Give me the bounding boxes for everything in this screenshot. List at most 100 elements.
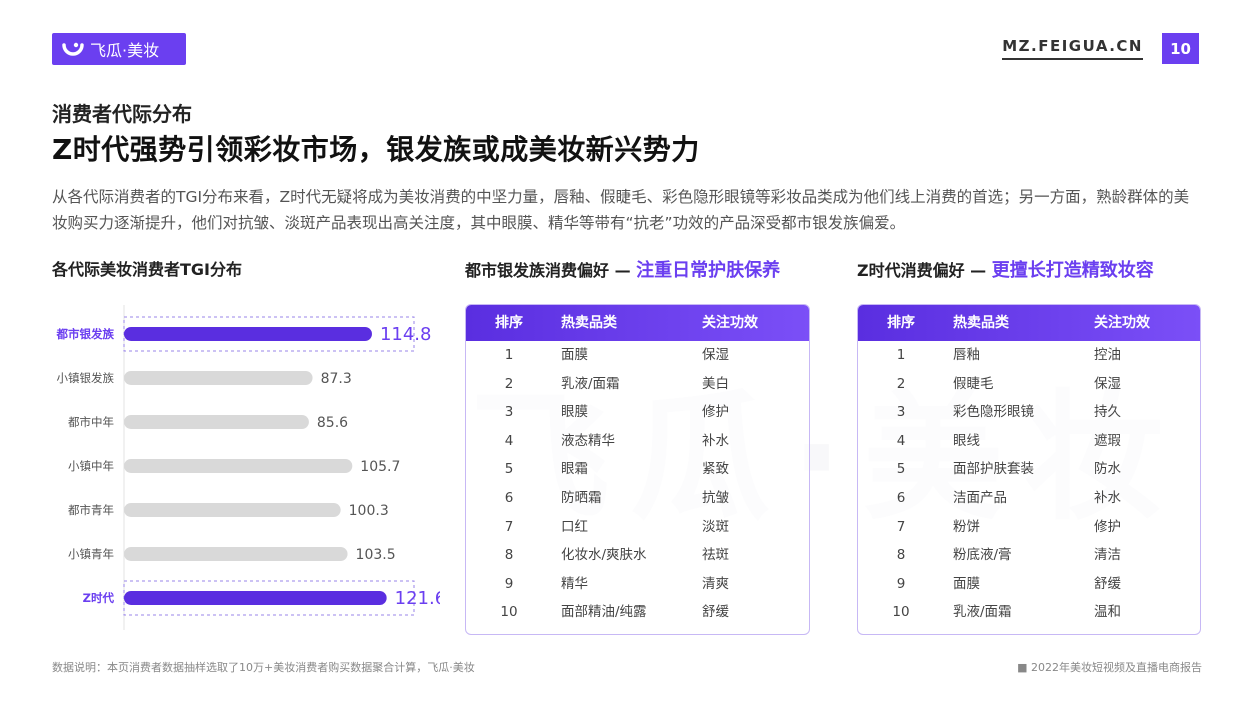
category-cell: 洁面产品 <box>953 489 1007 506</box>
table-row: 6 洁面产品 补水 <box>858 484 1200 513</box>
header-effect: 关注功效 <box>702 315 758 331</box>
category-cell: 眼霜 <box>561 461 588 478</box>
effect-cell: 祛斑 <box>702 547 729 564</box>
value-label: 105.7 <box>360 459 400 475</box>
silver-title-highlight: 注重日常护肤保养 <box>636 260 781 281</box>
effect-cell: 修护 <box>702 404 729 421</box>
header-effect: 关注功效 <box>1094 315 1150 331</box>
category-cell: 眼膜 <box>561 404 588 421</box>
effect-cell: 紧致 <box>702 461 729 478</box>
category-cell: 粉饼 <box>953 518 980 535</box>
effect-cell: 清爽 <box>702 575 729 592</box>
bar <box>124 503 341 517</box>
rank-cell: 7 <box>504 518 514 535</box>
data-note: 数据说明：本页消费者数据抽样选取了10万+美妆消费者购买数据聚合计算，飞瓜·美妆 <box>52 661 475 674</box>
z-table-header: 排序 热卖品类 关注功效 <box>858 305 1200 341</box>
table-row: 10 乳液/面霜 温和 <box>858 598 1200 627</box>
table-row: 1 唇釉 控油 <box>858 341 1200 370</box>
section-title: 消费者代际分布 <box>52 102 192 126</box>
effect-cell: 清洁 <box>1094 547 1121 564</box>
table-row: 2 假睫毛 保湿 <box>858 370 1200 399</box>
z-table-title: Z时代消费偏好 — 更擅长打造精致妆容 <box>857 256 1154 282</box>
category-label: Z时代 <box>83 591 115 605</box>
rank-cell: 4 <box>896 432 906 449</box>
table-row: 4 液态精华 补水 <box>466 427 809 456</box>
bar <box>124 591 387 605</box>
rank-cell: 8 <box>896 547 906 564</box>
category-label: 都市青年 <box>68 503 114 517</box>
rank-cell: 4 <box>504 432 514 449</box>
brand-mark-icon <box>62 42 84 56</box>
rank-cell: 10 <box>500 604 518 621</box>
category-label: 小镇青年 <box>68 547 114 561</box>
silver-table-title: 都市银发族消费偏好 — 注重日常护肤保养 <box>465 256 780 282</box>
site-url-link[interactable]: MZ.FEIGUA.CN <box>1002 37 1143 60</box>
table-row: 9 面膜 舒缓 <box>858 570 1200 599</box>
value-label: 103.5 <box>356 547 396 563</box>
summary-paragraph: 从各代际消费者的TGI分布来看，Z时代无疑将成为美妆消费的中坚力量，唇釉、假睫毛… <box>52 188 1190 232</box>
silver-table-body: 1 面膜 保湿 2 乳液/面霜 美白 3 眼膜 修护 4 液态精华 补水 5 眼霜 紧致 6 防晒霜 抗皱 7 口红 淡… <box>466 341 809 627</box>
bar <box>124 327 372 341</box>
rank-cell: 9 <box>504 575 514 592</box>
category-cell: 化妆水/爽肤水 <box>561 547 647 564</box>
effect-cell: 补水 <box>702 432 729 449</box>
effect-cell: 补水 <box>1094 489 1121 506</box>
category-cell: 彩色隐形眼镜 <box>953 404 1034 421</box>
rank-cell: 3 <box>896 404 906 421</box>
category-cell: 面膜 <box>953 575 980 592</box>
category-label: 都市中年 <box>68 415 114 429</box>
silver-table-header: 排序 热卖品类 关注功效 <box>466 305 809 341</box>
table-row: 6 防晒霜 抗皱 <box>466 484 809 513</box>
table-row: 3 彩色隐形眼镜 持久 <box>858 398 1200 427</box>
table-row: 2 乳液/面霜 美白 <box>466 370 809 399</box>
table-row: 8 化妆水/爽肤水 祛斑 <box>466 541 809 570</box>
z-title-prefix: Z时代消费偏好 — <box>857 261 987 280</box>
value-label: 100.3 <box>349 503 389 519</box>
silver-preference-table: 排序 热卖品类 关注功效 1 面膜 保湿 2 乳液/面霜 美白 3 眼膜 修护 4 液态精华 补水 5 眼… <box>465 304 810 635</box>
page-headline: Z时代强势引领彩妆市场，银发族或成美妆新兴势力 <box>52 133 700 166</box>
table-row: 7 口红 淡斑 <box>466 513 809 542</box>
category-cell: 粉底液/膏 <box>953 547 1012 564</box>
rank-cell: 1 <box>504 347 514 363</box>
effect-cell: 温和 <box>1094 604 1121 621</box>
table-row: 3 眼膜 修护 <box>466 398 809 427</box>
rank-cell: 3 <box>504 404 514 421</box>
category-label: 都市银发族 <box>56 327 115 341</box>
rank-cell: 2 <box>896 375 906 392</box>
category-cell: 防晒霜 <box>561 489 602 506</box>
category-label: 小镇中年 <box>68 459 114 473</box>
value-label: 85.6 <box>317 415 348 431</box>
category-cell: 精华 <box>561 575 588 592</box>
brand-logo[interactable]: 飞瓜·美妆 <box>52 33 186 65</box>
table-row: 1 面膜 保湿 <box>466 341 809 370</box>
effect-cell: 遮瑕 <box>1094 432 1121 449</box>
table-row: 5 面部护肤套装 防水 <box>858 455 1200 484</box>
z-preference-table: 排序 热卖品类 关注功效 1 唇釉 控油 2 假睫毛 保湿 3 彩色隐形眼镜 持久 4 眼线 遮瑕 5 面… <box>857 304 1201 635</box>
header-category: 热卖品类 <box>953 315 1009 331</box>
effect-cell: 防水 <box>1094 461 1121 478</box>
rank-cell: 9 <box>896 575 906 592</box>
tgi-bar-chart: 都市银发族 114.8 小镇银发族 87.3 都市中年 85.6 小镇中年 105.7 都市青年… <box>56 305 440 630</box>
effect-cell: 抗皱 <box>702 489 729 506</box>
table-row: 8 粉底液/膏 清洁 <box>858 541 1200 570</box>
effect-cell: 控油 <box>1094 347 1121 363</box>
rank-cell: 6 <box>896 489 906 506</box>
bar <box>124 547 348 561</box>
rank-cell: 5 <box>896 461 906 478</box>
effect-cell: 舒缓 <box>702 604 729 621</box>
category-cell: 假睫毛 <box>953 375 994 392</box>
chart-title: 各代际美妆消费者TGI分布 <box>52 260 243 279</box>
table-row: 9 精华 清爽 <box>466 570 809 599</box>
bar <box>124 371 313 385</box>
z-title-highlight: 更擅长打造精致妆容 <box>991 260 1154 281</box>
category-cell: 面部护肤套装 <box>953 461 1034 478</box>
header-rank: 排序 <box>495 315 523 331</box>
category-cell: 乳液/面霜 <box>953 604 1012 621</box>
effect-cell: 淡斑 <box>702 518 729 535</box>
table-row: 10 面部精油/纯露 舒缓 <box>466 598 809 627</box>
silver-title-prefix: 都市银发族消费偏好 — <box>465 261 631 280</box>
z-table-body: 1 唇釉 控油 2 假睫毛 保湿 3 彩色隐形眼镜 持久 4 眼线 遮瑕 5 面部护肤套装 防水 6 洁面产品 补… <box>858 341 1200 627</box>
effect-cell: 持久 <box>1094 404 1121 421</box>
rank-cell: 10 <box>892 604 910 621</box>
effect-cell: 修护 <box>1094 518 1121 535</box>
